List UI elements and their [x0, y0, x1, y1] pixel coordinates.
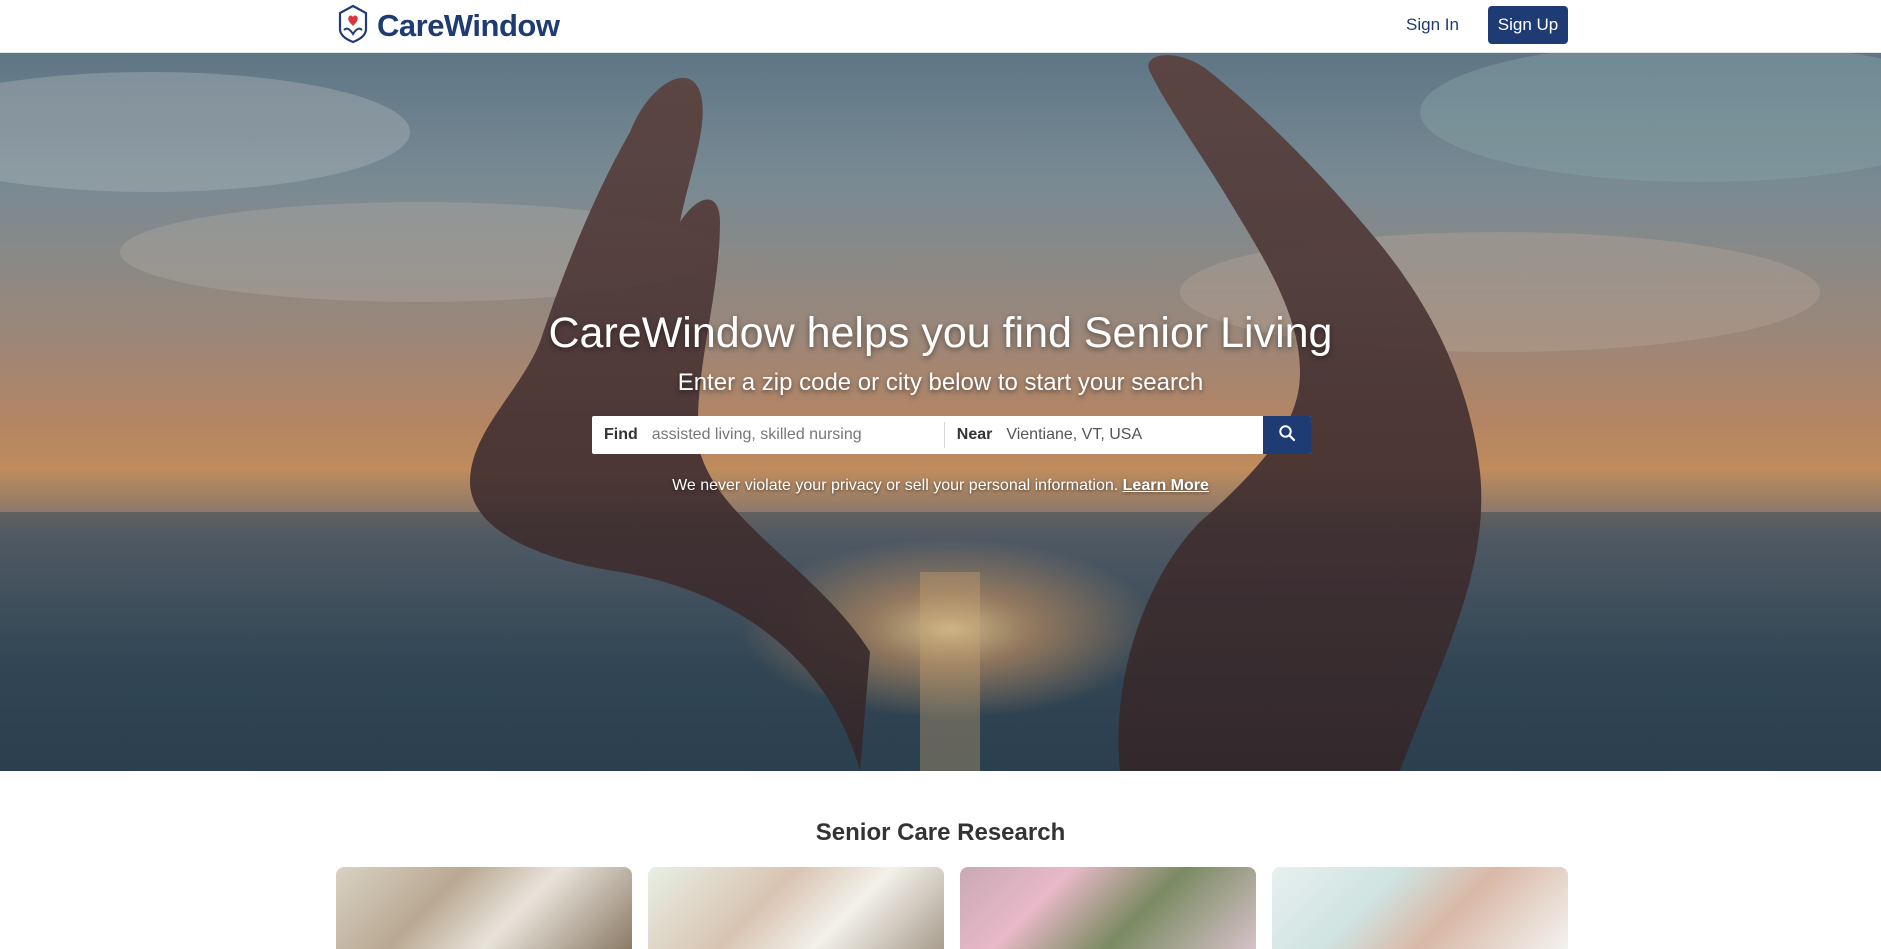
research-card[interactable] [1272, 867, 1568, 949]
research-section-title: Senior Care Research [815, 819, 1066, 846]
site-header: CareWindow Sign In Sign Up [0, 0, 1881, 53]
hero-title: CareWindow helps you find Senior Living [548, 309, 1333, 357]
privacy-notice: We never violate your privacy or sell yo… [0, 477, 1881, 495]
sign-in-link[interactable]: Sign In [1400, 13, 1465, 37]
search-bar: Find Near [592, 416, 1311, 454]
logo-text: CareWindow [377, 8, 560, 43]
find-label: Find [604, 426, 638, 443]
research-card[interactable] [336, 867, 632, 949]
hero-subtitle: Enter a zip code or city below to start … [677, 369, 1204, 396]
privacy-text: We never violate your privacy or sell yo… [672, 477, 1119, 494]
sign-up-button[interactable]: Sign Up [1488, 6, 1568, 44]
hands-heart-icon [335, 4, 371, 49]
search-icon [1278, 424, 1296, 447]
learn-more-link[interactable]: Learn More [1123, 477, 1209, 494]
near-input[interactable] [1004, 416, 1239, 454]
find-input[interactable] [649, 416, 944, 454]
near-label: Near [956, 426, 993, 443]
hero-overlay [0, 52, 1881, 771]
search-button[interactable] [1263, 416, 1311, 454]
hero-section: CareWindow helps you find Senior Living … [0, 52, 1881, 771]
logo[interactable]: CareWindow [335, 4, 560, 49]
research-card[interactable] [960, 867, 1256, 949]
research-card[interactable] [648, 867, 944, 949]
